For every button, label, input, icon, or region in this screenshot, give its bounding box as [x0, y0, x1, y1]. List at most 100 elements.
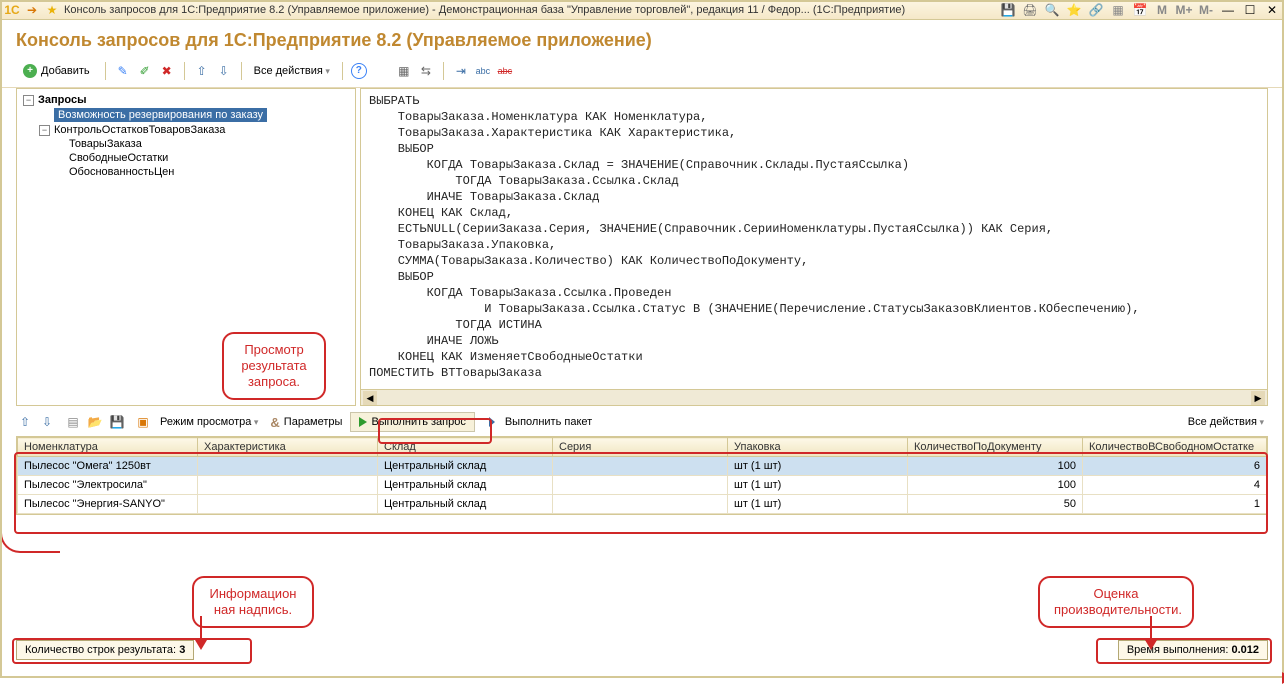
delete-icon[interactable]: ✖ [158, 62, 176, 80]
horizontal-scrollbar[interactable]: ◀ ▶ [361, 389, 1267, 405]
row-count-status: Количество строк результата: 3 [16, 640, 194, 660]
move-up-icon[interactable]: ⇧ [193, 62, 211, 80]
view-mode-dropdown[interactable]: Режим просмотра [156, 414, 262, 430]
col-header[interactable]: Склад [378, 438, 553, 457]
preview-icon[interactable]: 🔍 [1044, 2, 1060, 18]
cell [198, 495, 378, 514]
cell: 100 [908, 476, 1083, 495]
link-icon[interactable]: 🔗 [1088, 2, 1104, 18]
collapse-icon[interactable]: − [23, 95, 34, 106]
maximize-icon[interactable]: ☐ [1242, 2, 1258, 18]
cell: Пылесос "Энергия-SANYO" [18, 495, 198, 514]
callout-tail [1150, 616, 1152, 642]
nav-up-icon[interactable]: ⇧ [16, 413, 34, 431]
open-icon[interactable]: 📂 [86, 413, 104, 431]
table-row[interactable]: Пылесос "Энергия-SANYO" Центральный скла… [18, 495, 1267, 514]
m-icon[interactable]: M [1154, 2, 1170, 18]
tool-icon-2[interactable]: ⇆ [417, 62, 435, 80]
code-panel: ВЫБРАТЬ ТоварыЗаказа.Номенклатура КАК Но… [360, 88, 1268, 406]
save-result-icon[interactable]: 💾 [108, 413, 126, 431]
mid-toolbar: ⇧ ⇩ ▤ 📂 💾 ▣ Режим просмотра & Параметры … [0, 406, 1284, 436]
cell: шт (1 шт) [728, 457, 908, 476]
close-icon[interactable]: ✕ [1264, 2, 1280, 18]
scroll-left-icon[interactable]: ◀ [363, 391, 377, 405]
run-query-label: Выполнить запрос [371, 416, 465, 428]
tree-root-label: Запросы [38, 94, 86, 106]
minimize-icon[interactable]: — [1220, 2, 1236, 18]
plus-icon: + [23, 64, 37, 78]
cell [553, 476, 728, 495]
exec-time-status: Время выполнения: 0.012 [1118, 640, 1268, 660]
collapse-icon[interactable]: − [39, 125, 50, 136]
star-icon[interactable]: ★ [44, 2, 60, 18]
tool-icon-1[interactable]: ▦ [395, 62, 413, 80]
params-button[interactable]: Параметры [284, 416, 343, 428]
run-batch-icon [483, 413, 501, 431]
cell: Центральный склад [378, 495, 553, 514]
cell: 6 [1083, 457, 1267, 476]
forward-icon[interactable]: ➔ [24, 2, 40, 18]
run-batch-button[interactable]: Выполнить пакет [505, 416, 592, 428]
tree-item[interactable]: Возможность резервирования по заказу [21, 107, 351, 123]
upper-toolbar: + Добавить ✎ ✐ ✖ ⇧ ⇩ Все действия ? ▦ ⇆ … [0, 59, 1284, 88]
row-count-value: 3 [179, 644, 185, 656]
tree-item[interactable]: ТоварыЗаказа [21, 137, 351, 151]
print-icon[interactable]: 🖨 [1022, 2, 1038, 18]
cell [198, 476, 378, 495]
tree-root[interactable]: − Запросы [21, 93, 351, 107]
view-icon[interactable]: ▣ [134, 413, 152, 431]
add-button[interactable]: + Добавить [16, 61, 97, 81]
cell: Центральный склад [378, 457, 553, 476]
cell: 1 [1083, 495, 1267, 514]
cell [553, 495, 728, 514]
add-label: Добавить [41, 65, 90, 77]
callout-tail [0, 515, 60, 553]
window-title: Консоль запросов для 1С:Предприятие 8.2 … [64, 4, 994, 16]
tree-item-label: ОбоснованностьЦен [69, 166, 174, 178]
col-header[interactable]: Номенклатура [18, 438, 198, 457]
table-row[interactable]: Пылесос "Омега" 1250вт Центральный склад… [18, 457, 1267, 476]
col-header[interactable]: Упаковка [728, 438, 908, 457]
calendar-icon[interactable]: 📅 [1132, 2, 1148, 18]
run-query-button[interactable]: Выполнить запрос [350, 412, 474, 432]
tool-icon-abc[interactable]: abc [474, 62, 492, 80]
move-down-icon[interactable]: ⇩ [215, 62, 233, 80]
scroll-right-icon[interactable]: ▶ [1251, 391, 1265, 405]
tree-item-label: Возможность резервирования по заказу [54, 108, 267, 122]
callout-info-caption: Информацион ная надпись. [192, 576, 314, 628]
table-row[interactable]: Пылесос "Электросила" Центральный склад … [18, 476, 1267, 495]
tree-item-label: КонтрольОстатковТоваровЗаказа [54, 124, 225, 136]
favorite-icon[interactable]: ⭐ [1066, 2, 1082, 18]
tree-item[interactable]: − КонтрольОстатковТоваровЗаказа [21, 123, 351, 137]
all-actions-dropdown[interactable]: Все действия [250, 63, 334, 79]
sheet-icon[interactable]: ▤ [64, 413, 82, 431]
cell [198, 457, 378, 476]
cell: 4 [1083, 476, 1267, 495]
m-plus-icon[interactable]: M+ [1176, 2, 1192, 18]
save-icon[interactable]: 💾 [1000, 2, 1016, 18]
tool-icon-abc-strike[interactable]: abc [496, 62, 514, 80]
cell: 50 [908, 495, 1083, 514]
results-table[interactable]: Номенклатура Характеристика Склад Серия … [17, 437, 1267, 514]
col-header[interactable]: КоличествоВСвободномОстатке [1083, 438, 1267, 457]
col-header[interactable]: КоличествоПоДокументу [908, 438, 1083, 457]
tree-item[interactable]: ОбоснованностьЦен [21, 165, 351, 179]
tool-icon-3[interactable]: ⇥ [452, 62, 470, 80]
edit-icon[interactable]: ✐ [136, 62, 154, 80]
copy-icon[interactable]: ✎ [114, 62, 132, 80]
code-editor[interactable]: ВЫБРАТЬ ТоварыЗаказа.Номенклатура КАК Но… [361, 89, 1267, 389]
exec-time-value: 0.012 [1231, 644, 1259, 656]
help-icon[interactable]: ? [351, 63, 367, 79]
cell: шт (1 шт) [728, 476, 908, 495]
results-table-wrap: Номенклатура Характеристика Склад Серия … [16, 436, 1268, 515]
tree-item[interactable]: СвободныеОстатки [21, 151, 351, 165]
col-header[interactable]: Серия [553, 438, 728, 457]
cell: Пылесос "Электросила" [18, 476, 198, 495]
table-header-row: Номенклатура Характеристика Склад Серия … [18, 438, 1267, 457]
nav-down-icon[interactable]: ⇩ [38, 413, 56, 431]
m-minus-icon[interactable]: M- [1198, 2, 1214, 18]
col-header[interactable]: Характеристика [198, 438, 378, 457]
calc-icon[interactable]: ▦ [1110, 2, 1126, 18]
all-actions-bottom-dropdown[interactable]: Все действия [1184, 414, 1268, 430]
titlebar: 1С ➔ ★ Консоль запросов для 1С:Предприят… [0, 0, 1284, 20]
